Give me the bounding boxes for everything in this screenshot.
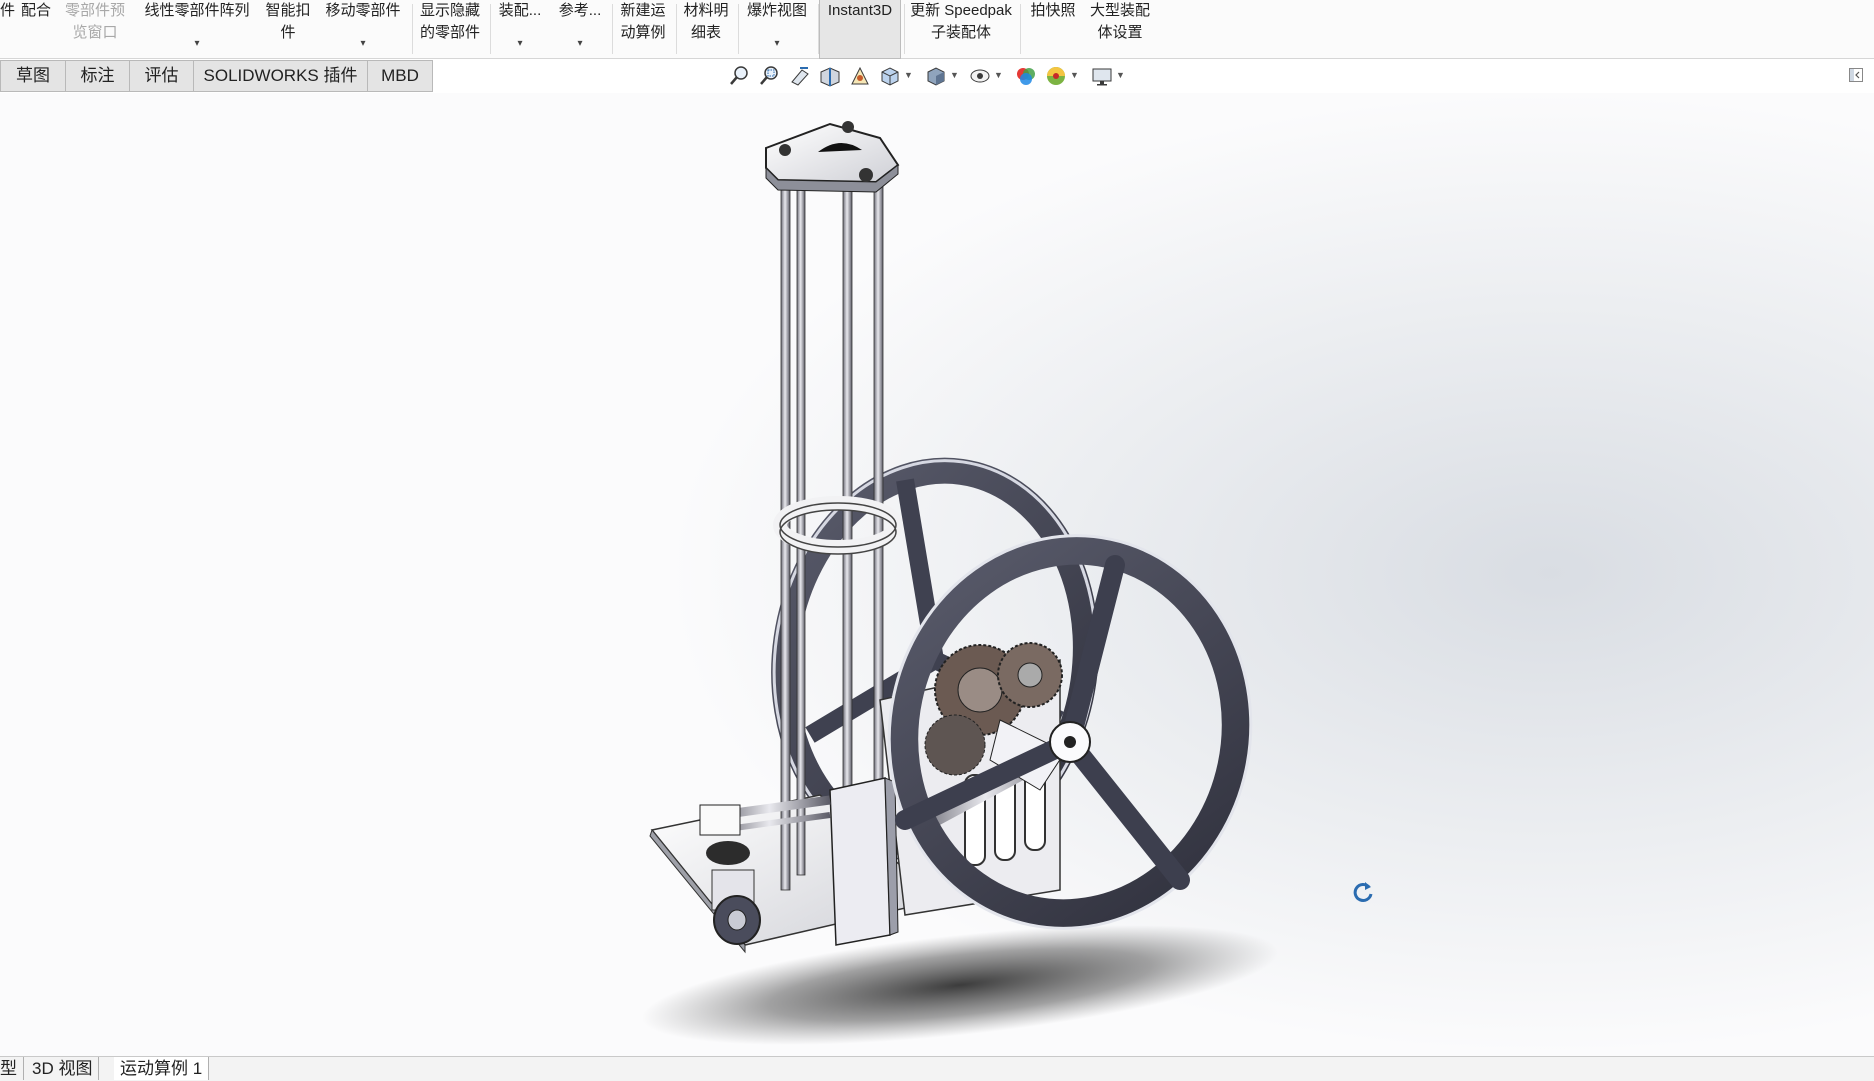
ribbon-button-new-motion-study[interactable]: 新建运 动算例	[614, 0, 672, 58]
hide-show-items-icon[interactable]	[968, 64, 992, 88]
ribbon-label-line2: 体设置	[1097, 24, 1143, 41]
ribbon-button-large-assembly-settings[interactable]: 大型装配 体设置	[1084, 0, 1156, 58]
ribbon-button-bill-of-materials[interactable]: 材料明 细表	[678, 0, 734, 58]
ribbon-label-line2: 动算例	[620, 24, 666, 41]
tab-solidworks-addins[interactable]: SOLIDWORKS 插件	[193, 60, 368, 92]
dynamic-annotation-icon[interactable]	[848, 64, 872, 88]
chevron-down-icon[interactable]: ▼	[994, 70, 1003, 80]
chevron-down-icon[interactable]: ▼	[1070, 70, 1079, 80]
ribbon-button-smart-fasteners[interactable]: 智能扣 件	[260, 0, 316, 58]
ribbon-label: 显示隐藏	[419, 2, 480, 19]
graphics-area[interactable]	[0, 93, 1874, 1056]
tab-motion-study-1[interactable]: 运动算例 1	[114, 1057, 210, 1080]
ribbon-button-exploded-view[interactable]: 爆炸视图 ▾	[740, 0, 814, 58]
ribbon-label-line2: 件	[280, 24, 296, 41]
tab-markup[interactable]: 标注	[65, 60, 130, 92]
ribbon-label: 大型装配	[1089, 2, 1150, 19]
chevron-down-icon[interactable]: ▾	[552, 33, 608, 55]
ribbon-button-move-component[interactable]: 移动零部件 ▾	[320, 0, 406, 58]
ribbon-label: 拍快照	[1030, 2, 1076, 19]
previous-view-icon[interactable]	[788, 64, 812, 88]
ribbon-separator	[490, 4, 491, 54]
tab-sketch[interactable]: 草图	[0, 60, 66, 92]
ribbon-label: 零部件预	[64, 2, 125, 19]
ribbon-label: 智能扣	[265, 2, 311, 19]
bottom-tab-bar: 型 3D 视图 运动算例 1	[0, 1056, 1874, 1081]
ribbon-label: 材料明	[683, 2, 729, 19]
ribbon-label: 新建运	[620, 2, 666, 19]
upright-block[interactable]	[829, 777, 899, 946]
chevron-down-icon[interactable]: ▼	[1116, 70, 1125, 80]
ribbon-label: 参考...	[558, 2, 602, 19]
assembly-model[interactable]	[0, 93, 1874, 1056]
tab-evaluate[interactable]: 评估	[129, 60, 194, 92]
ribbon-button-mate[interactable]: 配合	[16, 0, 56, 58]
ribbon-button-reference-geometry[interactable]: 参考... ▾	[552, 0, 608, 58]
chevron-down-icon[interactable]: ▾	[492, 33, 548, 55]
ribbon-button-update-speedpak[interactable]: 更新 Speedpak 子装配体	[906, 0, 1016, 58]
ribbon-label-line2: 览窗口	[72, 24, 118, 41]
ribbon-separator	[904, 4, 905, 54]
command-manager-ribbon: 件 配合 零部件预 览窗口 线性零部件阵列 ▾ 智能扣 件 移动零部件 ▾ 显示…	[0, 0, 1874, 59]
ribbon-label: Instant3D	[827, 2, 893, 19]
ribbon-label-line2: 细表	[690, 24, 721, 41]
ribbon-label: 爆炸视图	[746, 2, 807, 19]
ribbon-separator	[676, 4, 677, 54]
ribbon-label-line2: 的零部件	[419, 24, 480, 41]
ribbon-label: 线性零部件阵列	[144, 2, 250, 19]
ribbon-label: 配合	[20, 2, 51, 19]
apply-scene-icon[interactable]	[1044, 64, 1068, 88]
chevron-down-icon[interactable]: ▼	[950, 70, 959, 80]
section-view-icon[interactable]	[818, 64, 842, 88]
ribbon-label: 更新 Speedpak	[910, 2, 1012, 19]
ribbon-button-show-hidden-components[interactable]: 显示隐藏 的零部件	[414, 0, 486, 58]
caster-wheel[interactable]	[711, 869, 761, 945]
chevron-down-icon[interactable]: ▾	[740, 33, 814, 55]
view-settings-icon[interactable]	[1090, 64, 1114, 88]
ribbon-separator	[412, 4, 413, 54]
ribbon-separator	[612, 4, 613, 54]
display-style-icon[interactable]	[924, 64, 948, 88]
edit-appearance-icon[interactable]	[1014, 64, 1038, 88]
ribbon-label: 件	[0, 2, 16, 19]
ribbon-label: 移动零部件	[325, 2, 401, 19]
ribbon-separator	[738, 4, 739, 54]
ribbon-label: 装配...	[498, 2, 542, 19]
ribbon-button-assembly-features[interactable]: 装配... ▾	[492, 0, 548, 58]
top-plate[interactable]	[765, 121, 900, 193]
chevron-down-icon[interactable]: ▾	[138, 33, 256, 55]
tab-mbd[interactable]: MBD	[367, 60, 433, 92]
zoom-to-area-icon[interactable]	[758, 64, 782, 88]
view-orientation-icon[interactable]	[878, 64, 902, 88]
ribbon-separator	[1020, 4, 1021, 54]
chevron-down-icon[interactable]: ▾	[320, 33, 406, 55]
collapse-panel-icon[interactable]	[1848, 67, 1864, 83]
tab-3d-views[interactable]: 3D 视图	[26, 1057, 100, 1080]
chevron-down-icon[interactable]: ▼	[904, 70, 913, 80]
tab-model[interactable]: 型	[0, 1057, 24, 1080]
ribbon-button-component[interactable]: 件	[0, 0, 16, 58]
ribbon-button-take-snapshot[interactable]: 拍快照	[1024, 0, 1082, 58]
ribbon-button-instant3d[interactable]: Instant3D	[819, 0, 901, 59]
ribbon-button-linear-component-pattern[interactable]: 线性零部件阵列 ▾	[138, 0, 256, 58]
ribbon-label-line2: 子装配体	[930, 24, 991, 41]
rotate-view-icon	[1353, 882, 1373, 902]
ribbon-button-component-preview-window[interactable]: 零部件预 览窗口	[60, 0, 130, 58]
zoom-to-fit-icon[interactable]	[728, 64, 752, 88]
